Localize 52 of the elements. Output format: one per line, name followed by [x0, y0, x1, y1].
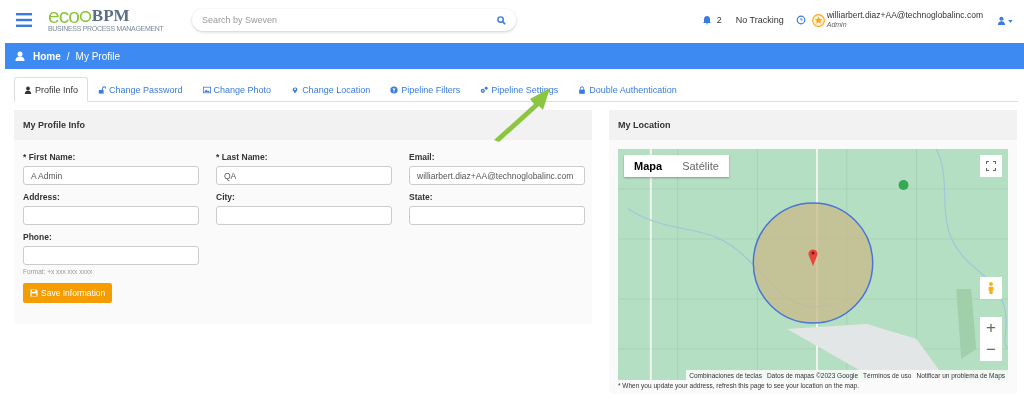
field-label: Email: [409, 151, 436, 163]
input-field[interactable]: QA [216, 166, 392, 185]
input-field[interactable] [216, 206, 392, 225]
fullscreen-icon [986, 161, 996, 171]
input-field[interactable] [409, 206, 585, 225]
notification-count: 2 [716, 15, 722, 25]
gears-icon [480, 85, 489, 94]
logo-text: eco [48, 7, 79, 25]
tab[interactable]: Pipeline Filters [380, 77, 471, 102]
field-label: Phone: [23, 231, 53, 243]
panel-title: My Location [618, 120, 671, 130]
bell-icon[interactable] [701, 15, 712, 25]
menu-icon[interactable] [16, 13, 32, 27]
field-label: State: [409, 191, 434, 203]
fullscreen-button[interactable] [980, 155, 1002, 177]
user-menu-icon[interactable] [997, 15, 1014, 25]
input-field[interactable]: A Admin [23, 166, 199, 185]
search-icon[interactable] [497, 15, 506, 25]
tracking-status: No Tracking [735, 15, 784, 25]
field-label: Address: [23, 191, 61, 203]
field-label: City: [216, 191, 236, 203]
user-icon [15, 51, 25, 61]
user-email: williarbert.diaz+AA@technoglobalinc.com [826, 10, 983, 20]
breadcrumb-item[interactable]: Home [33, 50, 61, 62]
tab[interactable]: Profile Info [14, 77, 89, 102]
panel-title: My Profile Info [23, 120, 85, 130]
tab[interactable]: Change Photo [192, 77, 282, 102]
unlock-icon [98, 85, 107, 94]
user-icon [24, 85, 32, 94]
logo-text: BPM [91, 7, 130, 25]
input-field[interactable]: williarbert.diaz+AA@technoglobalinc.com [409, 166, 585, 185]
field-label: * First Name: [23, 151, 77, 163]
zoom-in-button[interactable]: + [980, 317, 1002, 339]
map-pin-icon [291, 85, 300, 94]
map-type-tab[interactable]: Mapa [624, 155, 673, 177]
filter-icon [390, 85, 399, 94]
zoom-out-button[interactable]: − [980, 339, 1002, 361]
tab[interactable]: Change Password [88, 77, 193, 102]
lock-icon [578, 85, 587, 94]
clock-icon[interactable] [795, 15, 806, 25]
person-icon [987, 281, 995, 295]
map-type-tab[interactable]: Satélite [672, 155, 729, 177]
tab[interactable]: Double Authentication [568, 77, 687, 102]
breadcrumb-separator: / [66, 50, 70, 62]
input-field[interactable] [23, 206, 199, 225]
breadcrumb-item: My Profile [75, 50, 121, 62]
search-field[interactable]: Search by Sweven [192, 9, 516, 31]
input-field[interactable] [23, 246, 199, 265]
tab[interactable]: Change Location [281, 77, 381, 102]
field-label: * Last Name: [216, 151, 269, 163]
image-icon [202, 85, 211, 94]
star-badge-icon [811, 13, 825, 27]
